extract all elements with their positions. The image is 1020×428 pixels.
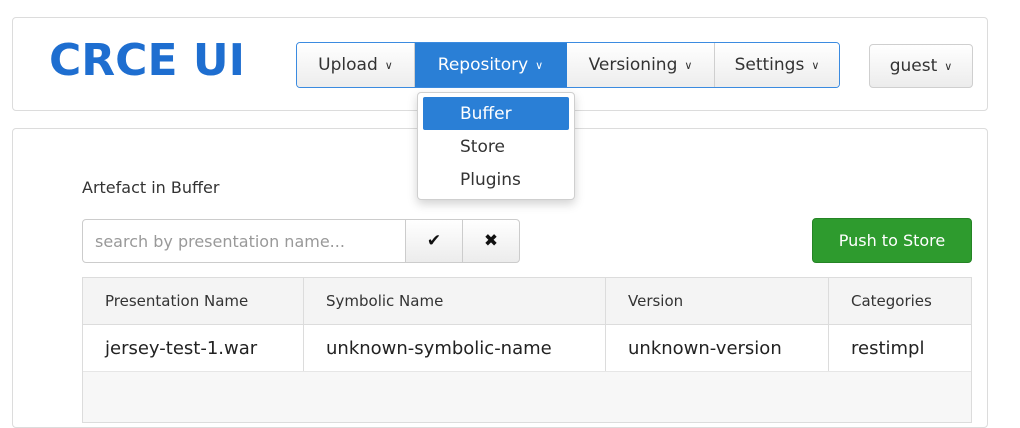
cell-presentation-name[interactable]: jersey-test-1.war [83, 325, 304, 371]
column-header-symbolic-name[interactable]: Symbolic Name [304, 278, 606, 324]
check-icon: ✔ [426, 231, 442, 251]
chevron-down-icon: ∨ [384, 58, 393, 72]
table-header: Presentation Name Symbolic Name Version … [83, 278, 971, 325]
push-to-store-button[interactable]: Push to Store [812, 218, 972, 263]
table-empty-row [83, 372, 971, 422]
nav-versioning[interactable]: Versioning ∨ [567, 43, 715, 87]
search-confirm-button[interactable]: ✔ [405, 219, 463, 263]
nav-settings[interactable]: Settings ∨ [715, 43, 839, 87]
x-icon: ✖ [483, 231, 499, 251]
main-nav: Upload ∨ Repository ∨ Versioning ∨ Setti… [296, 42, 840, 88]
column-header-version[interactable]: Version [606, 278, 829, 324]
search-clear-button[interactable]: ✖ [462, 219, 520, 263]
chevron-down-icon: ∨ [811, 58, 820, 72]
artefact-table: Presentation Name Symbolic Name Version … [82, 277, 972, 423]
nav-upload[interactable]: Upload ∨ [297, 43, 415, 87]
nav-repository[interactable]: Repository ∨ [415, 43, 567, 87]
cell-categories: restimpl [851, 337, 925, 359]
menu-item-store[interactable]: Store [418, 130, 574, 163]
nav-versioning-label: Versioning [588, 55, 678, 75]
repository-dropdown-menu: Buffer Store Plugins [417, 92, 575, 200]
column-header-categories[interactable]: Categories [829, 278, 971, 324]
section-title: Artefact in Buffer [82, 178, 220, 197]
chevron-down-icon: ∨ [944, 59, 953, 73]
menu-item-buffer[interactable]: Buffer [423, 97, 569, 130]
table-row[interactable]: jersey-test-1.war unknown-symbolic-name … [83, 325, 971, 372]
menu-item-plugins[interactable]: Plugins [418, 163, 574, 196]
nav-repository-label: Repository [437, 55, 529, 75]
cell-symbolic-name: unknown-symbolic-name [304, 325, 606, 371]
nav-upload-label: Upload [318, 55, 378, 75]
column-header-presentation-name[interactable]: Presentation Name [83, 278, 304, 324]
app-logo[interactable]: CRCE UI [49, 32, 245, 90]
user-menu-button[interactable]: guest ∨ [869, 44, 973, 88]
chevron-down-icon: ∨ [535, 58, 544, 72]
chevron-down-icon: ∨ [684, 58, 693, 72]
cell-version: unknown-version [606, 325, 829, 371]
search-input[interactable] [82, 219, 406, 263]
nav-settings-label: Settings [734, 55, 805, 75]
user-menu-label: guest [889, 56, 938, 76]
